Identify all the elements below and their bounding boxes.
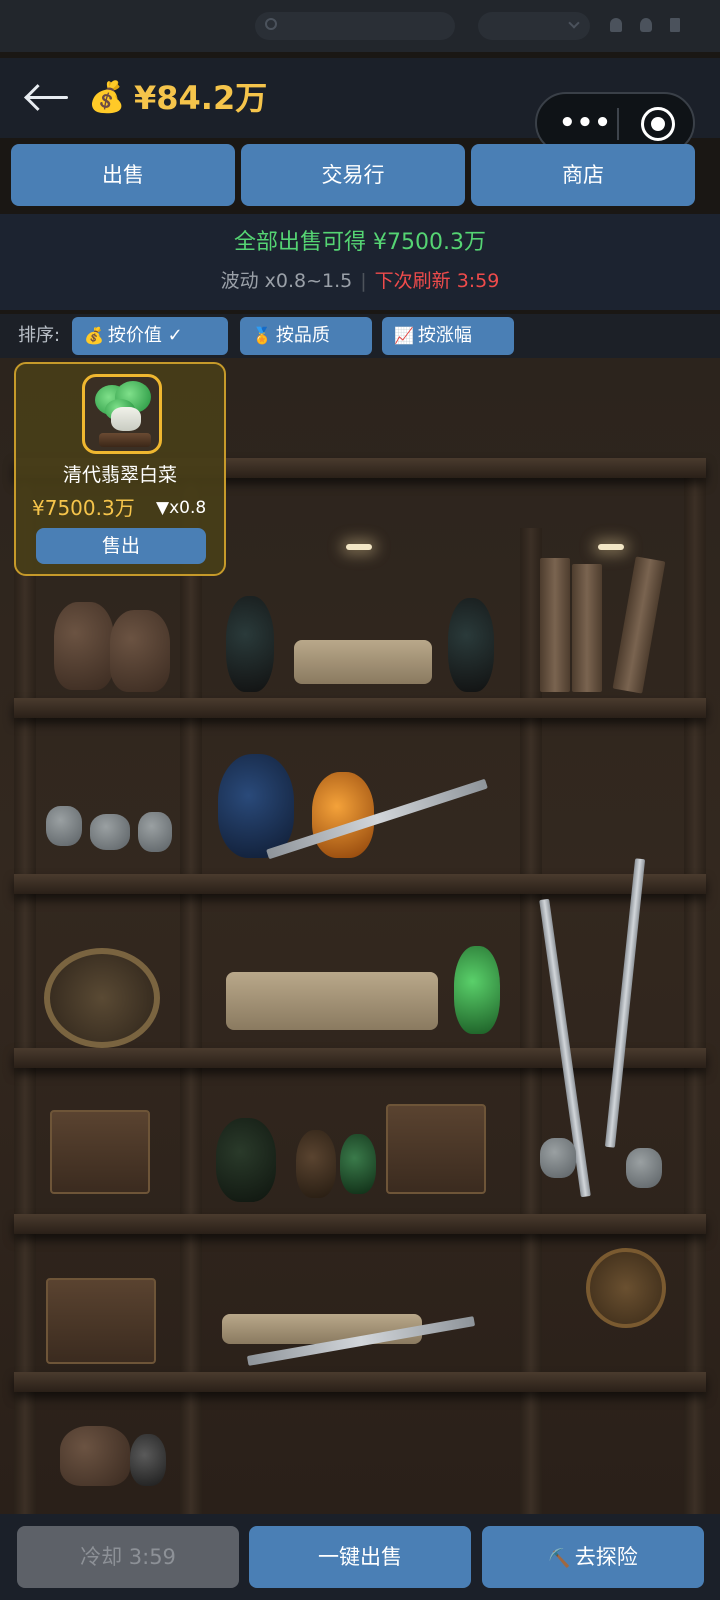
refresh-timer: 下次刷新 3:59 xyxy=(374,270,500,292)
search-icon xyxy=(265,18,277,30)
jade-cabbage-icon xyxy=(82,374,162,454)
potion-bottle-image xyxy=(296,1130,336,1198)
sort-by-value-button[interactable]: 💰 按价值 ✓ xyxy=(72,317,228,355)
cabbage-stem xyxy=(111,407,141,431)
potion-bottle-image xyxy=(340,1134,376,1194)
system-search-field[interactable] xyxy=(255,12,455,40)
clay-jar-image xyxy=(110,610,170,692)
shelf-board xyxy=(14,874,706,894)
potion-bottle-image xyxy=(448,598,494,692)
rune-stone-image xyxy=(540,1138,576,1178)
explore-button[interactable]: ⛏️ 去探险 xyxy=(482,1526,704,1588)
sort-option-label: 按价值 ✓ xyxy=(107,325,183,346)
bottom-action-bar: 冷却 3:59 一键出售 ⛏️ 去探险 xyxy=(0,1514,720,1600)
treasure-chest-image xyxy=(386,1104,486,1194)
book-image xyxy=(540,558,570,692)
rune-stone-image xyxy=(626,1148,662,1188)
money-bag-icon: 💰 xyxy=(84,326,104,345)
shelf-board xyxy=(14,1214,706,1234)
money-balance: ¥84.2万 xyxy=(134,79,268,117)
scroll-bundle-image xyxy=(226,972,438,1030)
rune-stone-image xyxy=(46,806,82,846)
capsule-divider xyxy=(617,108,619,140)
treasure-chest-image xyxy=(46,1278,156,1364)
system-dropdown[interactable] xyxy=(478,12,590,40)
total-sell-value: 全部出售可得 ¥7500.3万 xyxy=(234,230,486,255)
chevron-down-icon xyxy=(568,17,580,29)
sell-button[interactable]: 售出 xyxy=(36,528,206,564)
book-image xyxy=(572,564,602,692)
item-card[interactable]: 清代翡翠白菜 ¥7500.3万 ▼x0.8 售出 xyxy=(14,362,226,576)
potion-bottle-image xyxy=(226,596,274,692)
scroll-image xyxy=(294,640,432,684)
clay-pot-image xyxy=(60,1426,130,1486)
item-price: ¥7500.3万 xyxy=(32,496,135,520)
clay-jar-image xyxy=(54,602,114,690)
tab-trading-house[interactable]: 交易行 xyxy=(241,144,465,206)
potion-bottle-image xyxy=(216,1118,276,1202)
menu-icon[interactable] xyxy=(670,18,680,32)
pickaxe-icon: ⛏️ xyxy=(548,1548,571,1569)
user-icon[interactable] xyxy=(640,18,652,32)
dagger-image xyxy=(266,778,488,860)
shelf-board xyxy=(14,1048,706,1068)
sort-option-label: 按涨幅 xyxy=(417,325,472,346)
shelf-lamp xyxy=(598,544,624,550)
sort-option-label: 按品质 xyxy=(275,325,330,346)
shelf-board xyxy=(14,698,706,718)
shelf-post xyxy=(684,458,706,1518)
medal-icon: 🏅 xyxy=(252,326,272,345)
rune-stone-image xyxy=(90,814,130,850)
sell-summary: 全部出售可得 ¥7500.3万 波动 x0.8~1.5 | 下次刷新 3:59 xyxy=(0,214,720,310)
explore-label: 去探险 xyxy=(574,1545,638,1569)
bell-icon[interactable] xyxy=(610,18,622,32)
close-target-icon[interactable] xyxy=(641,107,675,141)
sort-by-quality-button[interactable]: 🏅 按品质 xyxy=(240,317,372,355)
item-name: 清代翡翠白菜 xyxy=(62,464,177,486)
sort-by-gain-button[interactable]: 📈 按涨幅 xyxy=(382,317,514,355)
main-tabs: 出售 交易行 商店 xyxy=(11,144,709,206)
more-icon[interactable]: ••• xyxy=(559,110,611,136)
shelf-post xyxy=(14,458,36,1518)
sword-image xyxy=(604,858,646,1148)
tab-shop[interactable]: 商店 xyxy=(471,144,695,206)
shelf-post xyxy=(520,528,542,1518)
book-image xyxy=(612,556,666,694)
rune-stone-image xyxy=(138,812,172,852)
back-arrow-icon[interactable] xyxy=(24,80,72,114)
tab-sell[interactable]: 出售 xyxy=(11,144,235,206)
shelf-post xyxy=(180,458,202,1518)
system-toolbar xyxy=(0,0,720,52)
sell-all-button[interactable]: 一键出售 xyxy=(249,1526,471,1588)
market-info: 波动 x0.8~1.5 | 下次刷新 3:59 xyxy=(0,266,720,296)
shelf-lamp xyxy=(346,544,372,550)
money-bag-icon: 💰 xyxy=(88,80,126,115)
sort-bar: 排序: 💰 按价值 ✓ 🏅 按品质 📈 按涨幅 xyxy=(0,314,720,358)
astrolabe-image xyxy=(44,948,160,1048)
volatility-text: 波动 x0.8~1.5 xyxy=(220,270,353,292)
chart-up-icon: 📈 xyxy=(394,326,414,345)
price-multiplier: ▼x0.8 xyxy=(156,498,207,518)
compass-image xyxy=(586,1248,666,1328)
cooldown-button[interactable]: 冷却 3:59 xyxy=(17,1526,239,1588)
sort-label: 排序: xyxy=(18,325,61,346)
potion-bottle-image xyxy=(130,1434,166,1486)
info-divider: | xyxy=(360,270,367,292)
wooden-stand xyxy=(99,433,151,447)
potion-bottle-image xyxy=(312,772,374,858)
shelf-board xyxy=(14,1372,706,1392)
treasure-chest-image xyxy=(50,1110,150,1194)
potion-bottle-image xyxy=(218,754,294,858)
potion-bottle-image xyxy=(454,946,500,1034)
